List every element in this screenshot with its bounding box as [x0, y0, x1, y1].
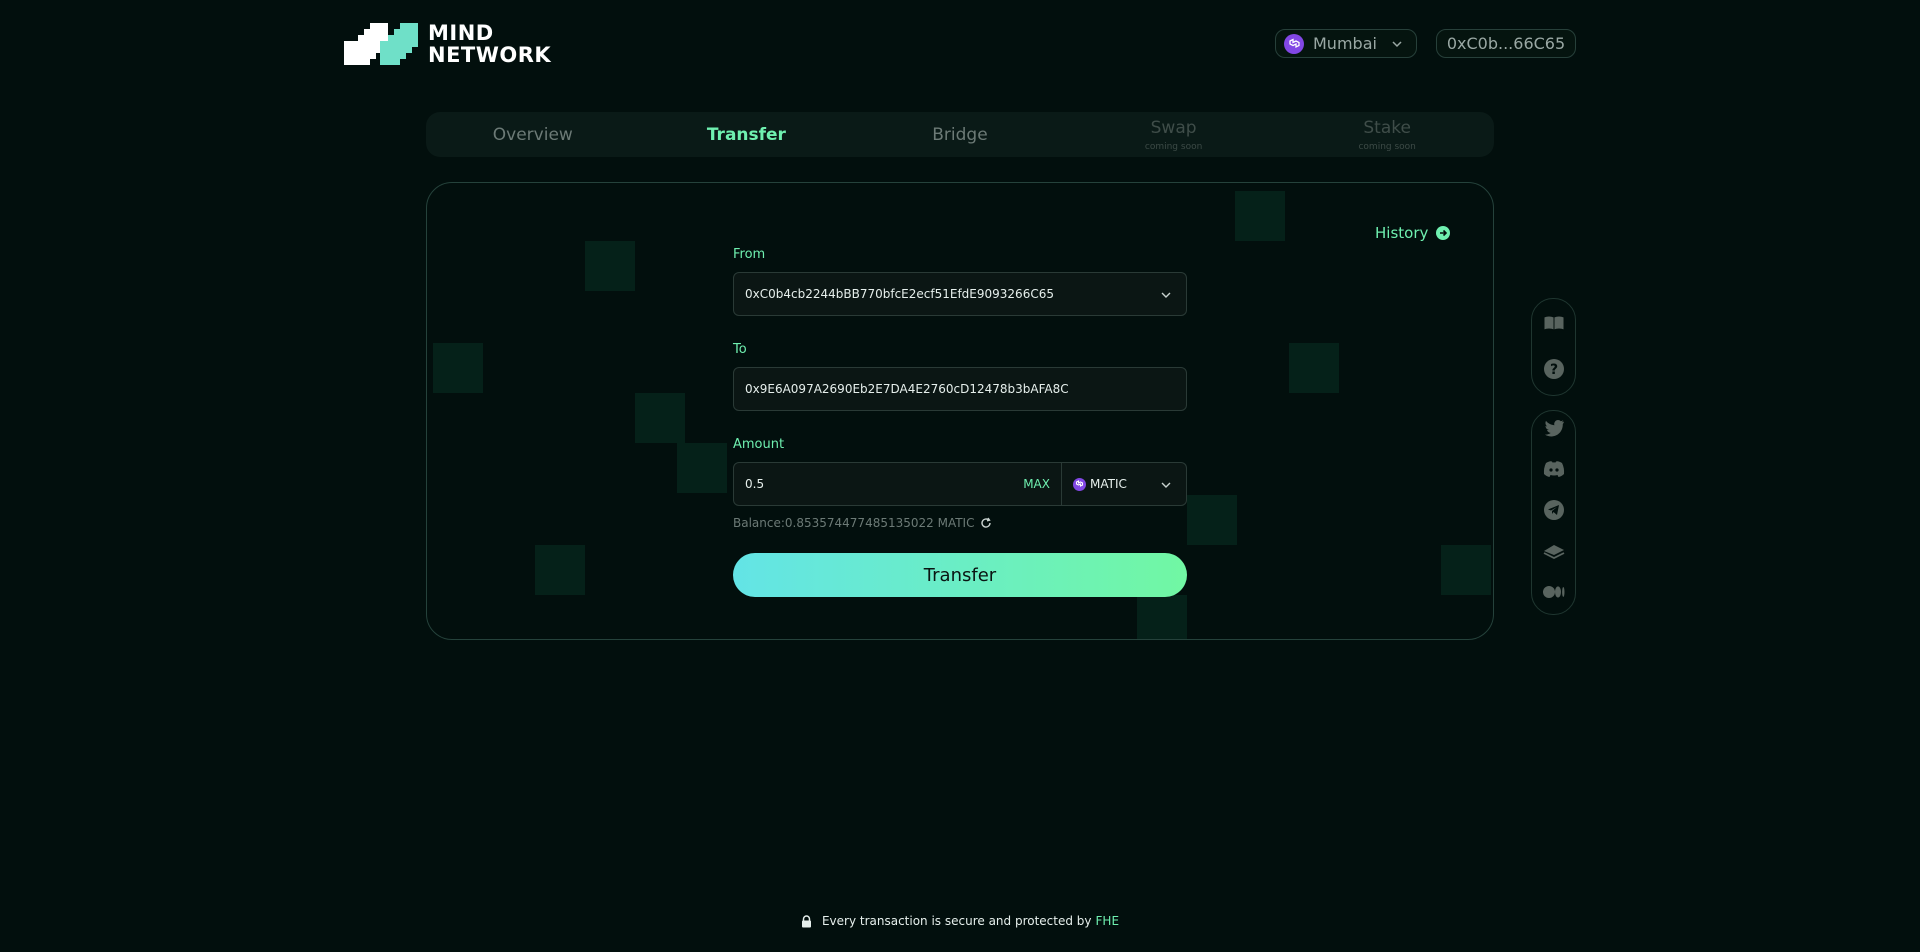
arrow-right-icon	[1436, 226, 1451, 240]
medium-icon[interactable]	[1542, 581, 1565, 603]
refresh-icon[interactable]	[980, 517, 992, 529]
background-square	[535, 545, 585, 595]
tab-label: Swap	[1150, 117, 1197, 138]
history-label: History	[1375, 224, 1429, 242]
coming-soon-label: coming soon	[1358, 141, 1416, 152]
amount-row: MAX MATIC	[733, 462, 1187, 506]
background-square	[1235, 191, 1285, 241]
background-square	[1441, 545, 1491, 595]
brand-line-2: NETWORK	[428, 43, 552, 67]
help-icon[interactable]: ?	[1543, 358, 1565, 380]
coming-soon-label: coming soon	[1144, 141, 1203, 152]
side-rail-social	[1531, 410, 1576, 615]
tab-label: Bridge	[932, 124, 988, 145]
to-field[interactable]	[733, 367, 1187, 411]
network-select[interactable]: Mumbai	[1275, 29, 1417, 58]
max-button[interactable]: MAX	[1023, 477, 1050, 491]
gitbook-icon[interactable]	[1543, 540, 1565, 562]
to-address-input[interactable]	[745, 382, 1186, 396]
footer-text: Every transaction is secure and protecte…	[821, 914, 1092, 928]
twitter-icon[interactable]	[1543, 417, 1565, 439]
background-square	[1137, 595, 1187, 639]
telegram-icon[interactable]	[1543, 499, 1565, 521]
chevron-down-icon	[1392, 41, 1402, 48]
to-label: To	[733, 342, 747, 357]
main-tabs: Overview Transfer Bridge Swap coming soo…	[426, 112, 1494, 157]
mind-network-logo-mark	[344, 23, 418, 65]
book-icon[interactable]	[1543, 312, 1565, 334]
svg-text:?: ?	[1549, 362, 1557, 378]
background-square	[635, 393, 685, 443]
tab-overview[interactable]: Overview	[426, 112, 640, 157]
tab-transfer[interactable]: Transfer	[640, 112, 854, 157]
tab-bridge[interactable]: Bridge	[853, 112, 1067, 157]
tab-label: Transfer	[706, 124, 786, 145]
security-footer: Every transaction is secure and protecte…	[0, 914, 1920, 928]
network-label: Mumbai	[1313, 34, 1377, 53]
polygon-icon	[1284, 33, 1304, 54]
token-label: MATIC	[1090, 477, 1127, 491]
fhe-link[interactable]: FHE	[1096, 914, 1120, 928]
from-select[interactable]: 0xC0b4cb2244bBB770bfcE2ecf51EfdE9093266C…	[733, 272, 1187, 316]
side-rail-docs: ?	[1531, 298, 1576, 396]
amount-label: Amount	[733, 437, 785, 452]
history-link[interactable]: History	[1375, 224, 1451, 242]
amount-field[interactable]: MAX	[733, 462, 1062, 506]
background-square	[1289, 343, 1339, 393]
background-square	[1187, 495, 1237, 545]
chevron-down-icon	[1161, 482, 1171, 488]
chevron-down-icon	[1161, 292, 1171, 298]
amount-input[interactable]	[745, 477, 945, 491]
background-square	[585, 241, 635, 291]
token-select[interactable]: MATIC	[1062, 462, 1187, 506]
balance-text: Balance:0.853574477485135022 MATIC	[733, 516, 975, 530]
balance-row: Balance:0.853574477485135022 MATIC	[733, 516, 992, 530]
brand-name: MIND NETWORK	[428, 22, 551, 66]
brand-logo[interactable]: MIND NETWORK	[344, 22, 551, 66]
tab-label: Overview	[492, 124, 573, 145]
from-address: 0xC0b4cb2244bBB770bfcE2ecf51EfdE9093266C…	[745, 287, 1054, 301]
brand-line-1: MIND	[428, 21, 494, 45]
wallet-address-button[interactable]: 0xC0b...66C65	[1436, 29, 1576, 58]
tab-label: Stake	[1363, 117, 1411, 138]
polygon-icon	[1073, 477, 1086, 491]
from-label: From	[733, 247, 766, 262]
discord-icon[interactable]	[1543, 458, 1565, 480]
lock-icon	[801, 914, 811, 927]
tab-swap[interactable]: Swap coming soon	[1067, 112, 1281, 157]
transfer-button[interactable]: Transfer	[733, 553, 1187, 597]
background-square	[677, 443, 727, 493]
tab-stake[interactable]: Stake coming soon	[1280, 112, 1494, 157]
background-square	[433, 343, 483, 393]
